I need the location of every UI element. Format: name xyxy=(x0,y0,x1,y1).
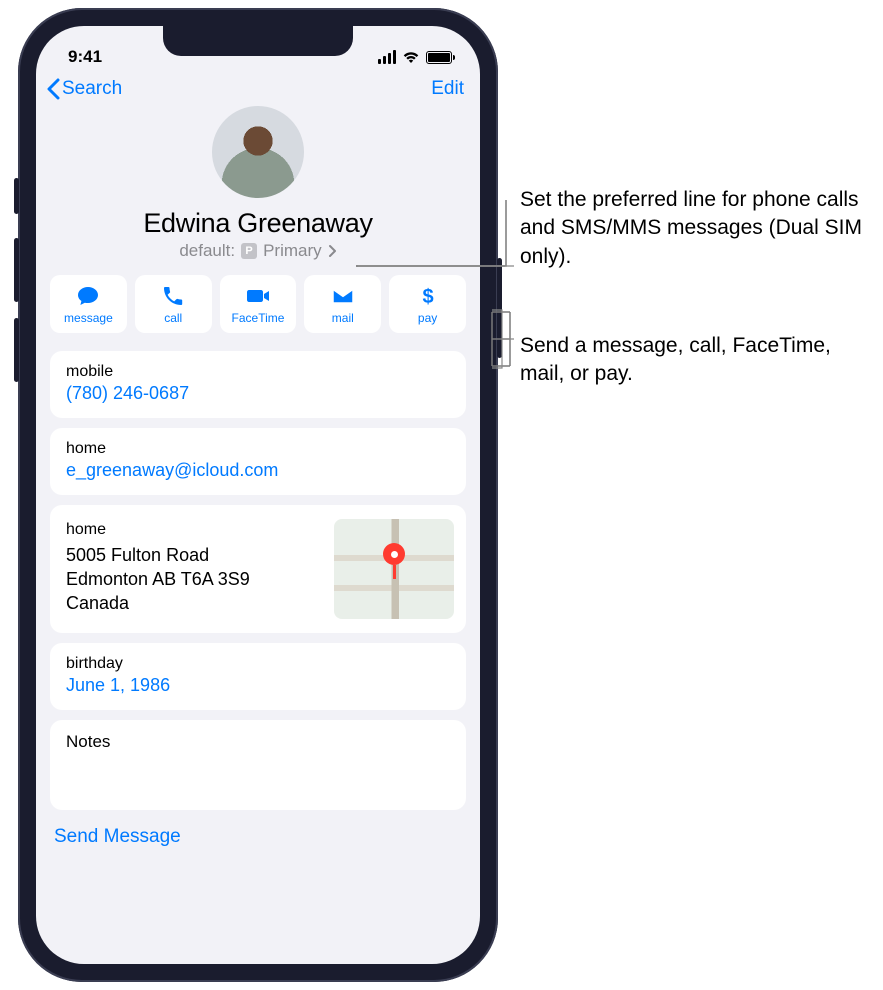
annotation-actions: Send a message, call, FaceTime, mail, or… xyxy=(520,332,880,389)
annotation-default-line: Set the preferred line for phone calls a… xyxy=(520,186,880,271)
notch xyxy=(163,26,353,56)
